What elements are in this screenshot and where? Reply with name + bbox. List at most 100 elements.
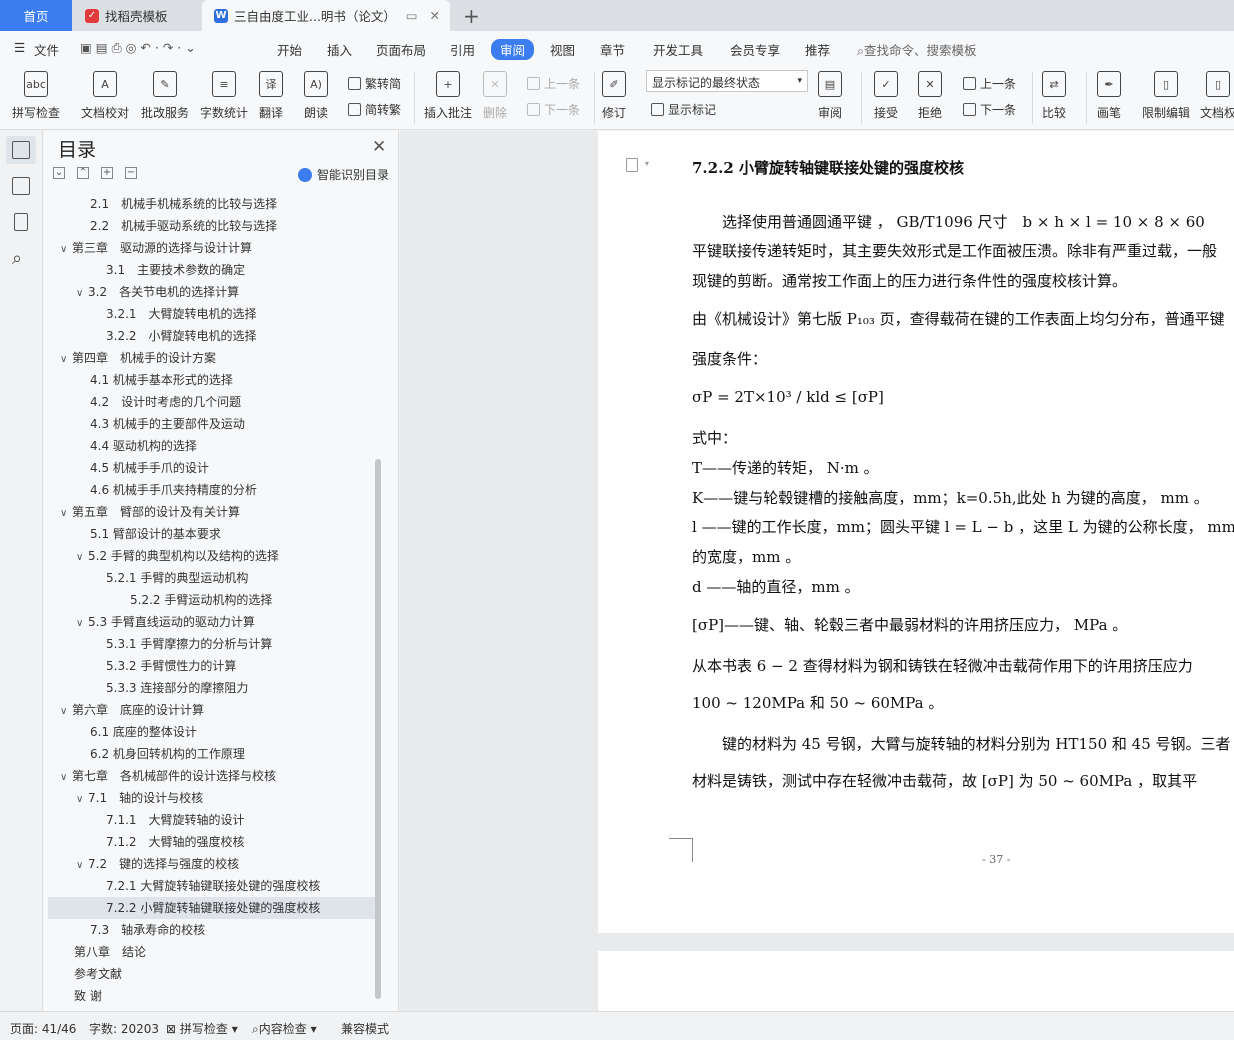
- tab-home[interactable]: 首页: [0, 0, 72, 31]
- menu-dev-tools[interactable]: 开发工具: [653, 40, 703, 59]
- toc-item[interactable]: ∨ 3.2 各关节电机的选择计算: [48, 281, 375, 303]
- toc-item[interactable]: 参考文献: [48, 963, 375, 985]
- toc-item[interactable]: 6.2 机身回转机构的工作原理: [48, 743, 375, 765]
- menu-reference[interactable]: 引用: [450, 40, 475, 59]
- read-aloud-button[interactable]: A) 朗读: [304, 71, 328, 121]
- toc-item[interactable]: ∨ 7.2 键的选择与强度的校核: [48, 853, 375, 875]
- close-tab-icon[interactable]: ✕: [430, 8, 440, 23]
- toc-item[interactable]: ∨ 5.3 手臂直线运动的驱动力计算: [48, 611, 375, 633]
- chevron-down-icon[interactable]: ▾: [645, 159, 649, 168]
- toc-item[interactable]: ∨ 第四章 机械手的设计方案: [48, 347, 375, 369]
- page-indicator[interactable]: 页面: 41/46: [10, 1020, 76, 1037]
- status-spellcheck[interactable]: ⊠ 拼写检查 ▾: [166, 1020, 238, 1037]
- toc-item[interactable]: 5.3.2 手臂惯性力的计算: [48, 655, 375, 677]
- toc-item[interactable]: 致 谢: [48, 985, 375, 1007]
- restrict-edit-button[interactable]: ▯ 限制编辑: [1142, 71, 1190, 121]
- quick-access-icons[interactable]: ▣ ▤ ⎙ ◎ ↶ · ↷ · ⌄: [80, 40, 196, 56]
- menu-file[interactable]: 文件: [34, 40, 59, 59]
- toc-item[interactable]: 7.2.1 大臂旋转轴键联接处键的强度校核: [48, 875, 375, 897]
- toc-item[interactable]: 4.1 机械手基本形式的选择: [48, 369, 375, 391]
- toc-item[interactable]: 第八章 结论: [48, 941, 375, 963]
- new-tab-icon[interactable]: +: [463, 4, 480, 28]
- chevron-down-icon[interactable]: ∨: [60, 767, 72, 789]
- close-icon[interactable]: ✕: [372, 137, 386, 157]
- toc-item[interactable]: 6.1 底座的整体设计: [48, 721, 375, 743]
- toc-item[interactable]: ∨ 7.1 轴的设计与校核: [48, 787, 375, 809]
- chevron-down-icon[interactable]: ∨: [76, 283, 88, 305]
- doc-proof-button[interactable]: A 文档校对: [81, 71, 129, 121]
- hamburger-icon[interactable]: ☰: [14, 40, 25, 55]
- toc-item[interactable]: 3.2.1 大臂旋转电机的选择: [48, 303, 375, 325]
- toc-item[interactable]: 7.1.2 大臂轴的强度校核: [48, 831, 375, 853]
- toc-item[interactable]: 4.5 机械手手爪的设计: [48, 457, 375, 479]
- toc-item[interactable]: 7.3 轴承寿命的校核: [48, 919, 375, 941]
- chapter-nav-icon[interactable]: [12, 177, 30, 195]
- bookmark-icon[interactable]: [14, 213, 28, 231]
- toc-item[interactable]: 5.2.1 手臂的典型运动机构: [48, 567, 375, 589]
- expand-all-icon[interactable]: ⌃: [77, 167, 89, 179]
- document-next-page[interactable]: [598, 951, 1234, 1011]
- smart-toc-button[interactable]: 智能识别目录: [298, 166, 389, 183]
- toc-item[interactable]: 7.1.1 大臂旋转轴的设计: [48, 809, 375, 831]
- tab-document[interactable]: W 三自由度工业...明书（论文） ▭ ✕: [202, 0, 450, 31]
- toc-scrollbar[interactable]: [375, 459, 381, 999]
- search-icon[interactable]: ⌕: [12, 248, 22, 269]
- next-comment-button[interactable]: 下一条: [527, 101, 580, 118]
- menu-insert[interactable]: 插入: [327, 40, 352, 59]
- collapse-all-icon[interactable]: ⌄: [53, 167, 65, 179]
- menu-layout[interactable]: 页面布局: [376, 40, 426, 59]
- toc-item[interactable]: 5.3.3 连接部分的摩擦阻力: [48, 677, 375, 699]
- show-marks-button[interactable]: 显示标记: [651, 101, 716, 118]
- batch-service-button[interactable]: ✎ 批改服务: [141, 71, 189, 121]
- markup-state-select[interactable]: 显示标记的最终状态 ▾: [646, 70, 808, 92]
- chevron-down-icon[interactable]: ∨: [76, 613, 88, 635]
- toc-item[interactable]: 4.4 驱动机构的选择: [48, 435, 375, 457]
- trad-to-simp-button[interactable]: 繁转简: [348, 75, 401, 92]
- status-content-check[interactable]: ⌕内容检查 ▾: [252, 1020, 317, 1037]
- toc-item[interactable]: 2.1 机械手机械系统的比较与选择: [48, 193, 375, 215]
- toc-item[interactable]: 4.3 机械手的主要部件及运动: [48, 413, 375, 435]
- remove-heading-icon[interactable]: −: [125, 167, 137, 179]
- chevron-down-icon[interactable]: ∨: [76, 789, 88, 811]
- accept-button[interactable]: ✓ 接受: [874, 71, 898, 121]
- toc-item[interactable]: 2.2 机械手驱动系统的比较与选择: [48, 215, 375, 237]
- translate-button[interactable]: 译翻译: [259, 71, 283, 121]
- toc-item[interactable]: ∨ 第三章 驱动源的选择与设计计算: [48, 237, 375, 259]
- simp-to-trad-button[interactable]: 简转繁: [348, 101, 401, 118]
- word-count-button[interactable]: ≡ 字数统计: [200, 71, 248, 121]
- menu-view[interactable]: 视图: [550, 40, 575, 59]
- review-pane-button[interactable]: ▤ 审阅: [818, 71, 842, 121]
- toc-item[interactable]: ∨ 第七章 各机械部件的设计选择与校核: [48, 765, 375, 787]
- toc-item[interactable]: 5.3.1 手臂摩擦力的分析与计算: [48, 633, 375, 655]
- chevron-down-icon[interactable]: ∨: [60, 239, 72, 261]
- insert-comment-button[interactable]: + 插入批注: [424, 71, 472, 121]
- toc-item[interactable]: ∨ 第五章 臂部的设计及有关计算: [48, 501, 375, 523]
- menu-review[interactable]: 审阅: [491, 39, 535, 60]
- chevron-down-icon[interactable]: ∨: [76, 855, 88, 877]
- prev-comment-button[interactable]: 上一条: [527, 75, 580, 92]
- delete-comment-button[interactable]: ✕ 删除: [483, 71, 507, 121]
- toc-item[interactable]: 3.2.2 小臂旋转电机的选择: [48, 325, 375, 347]
- toc-item[interactable]: 7.2.2 小臂旋转轴键联接处键的强度校核: [48, 897, 375, 919]
- add-heading-icon[interactable]: +: [101, 167, 113, 179]
- toc-item[interactable]: 5.1 臂部设计的基本要求: [48, 523, 375, 545]
- menu-chapter[interactable]: 章节: [600, 40, 625, 59]
- pin-icon[interactable]: ▭: [406, 8, 418, 23]
- revise-button[interactable]: ✐ 修订: [602, 71, 626, 121]
- word-count[interactable]: 字数: 20203: [89, 1020, 159, 1037]
- toc-icon[interactable]: [12, 141, 30, 159]
- chevron-down-icon[interactable]: ∨: [60, 503, 72, 525]
- toc-item[interactable]: 4.2 设计时考虑的几个问题: [48, 391, 375, 413]
- chevron-down-icon[interactable]: ∨: [76, 547, 88, 569]
- chevron-down-icon[interactable]: ∨: [60, 701, 72, 723]
- document-icon[interactable]: [626, 158, 638, 172]
- toc-item[interactable]: 3.1 主要技术参数的确定: [48, 259, 375, 281]
- doc-permission-button[interactable]: ▯ 文档权: [1200, 71, 1234, 121]
- search-command[interactable]: ⌕查找命令、搜索模板: [857, 40, 977, 59]
- toc-item[interactable]: 5.2.2 手臂运动机构的选择: [48, 589, 375, 611]
- next-change-button[interactable]: 下一条: [963, 101, 1016, 118]
- menu-recommend[interactable]: 推荐: [805, 40, 830, 59]
- toc-item[interactable]: ∨ 第六章 底座的设计计算: [48, 699, 375, 721]
- toc-item[interactable]: ∨ 5.2 手臂的典型机构以及结构的选择: [48, 545, 375, 567]
- toc-item[interactable]: 4.6 机械手手爪夹持精度的分析: [48, 479, 375, 501]
